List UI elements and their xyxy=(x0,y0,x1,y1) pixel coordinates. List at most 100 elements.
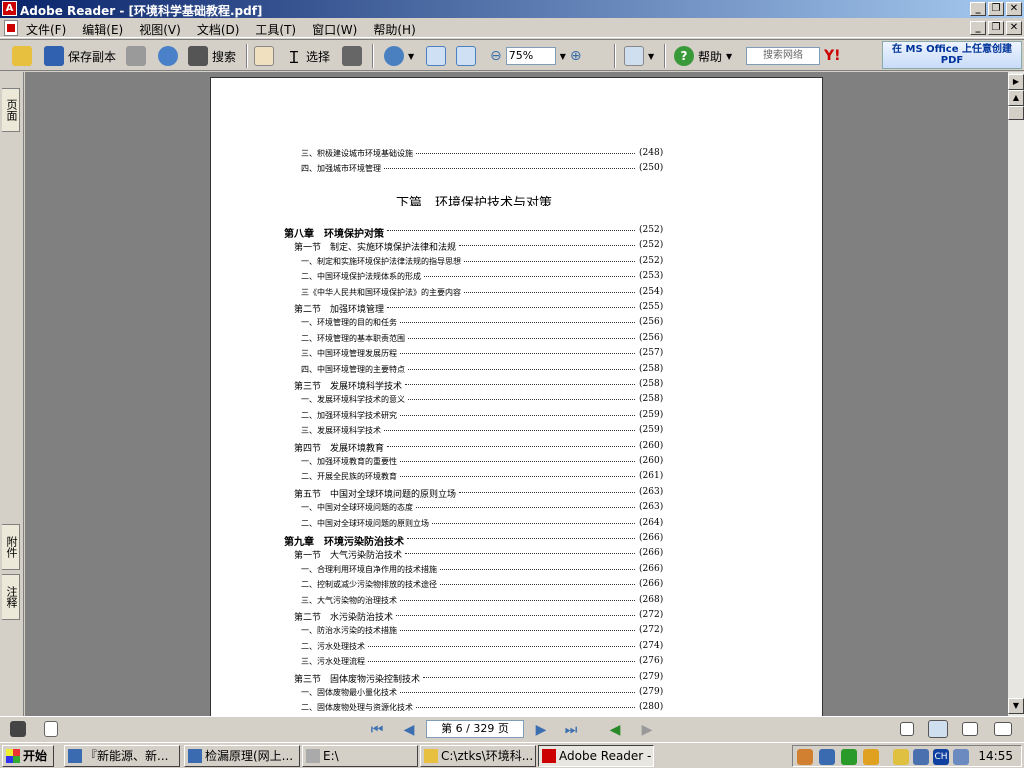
help-icon[interactable]: ? xyxy=(674,46,694,66)
scroll-down-button[interactable]: ▼ xyxy=(1008,698,1024,714)
zoom-dropdown-icon[interactable]: ▼ xyxy=(560,52,566,61)
tab-attachments[interactable]: 附件 xyxy=(2,524,20,570)
vertical-scrollbar[interactable]: ▶ ▲ ▼ xyxy=(1008,72,1024,716)
toc-item: 一、制定和实施环境保护法律法规的指导思想 (252) xyxy=(211,256,822,270)
rotate-dropdown-icon[interactable]: ▼ xyxy=(648,52,654,61)
toc-leader xyxy=(400,687,635,693)
zoom-tool-dropdown-icon[interactable]: ▼ xyxy=(408,52,414,61)
close-button[interactable]: ✕ xyxy=(1006,2,1022,16)
menu-window[interactable]: 窗口(W) xyxy=(312,21,357,38)
toc-page-number: (272) xyxy=(639,625,664,636)
toc-page-number: (268) xyxy=(639,594,664,605)
zoom-in-icon[interactable]: ⊕ xyxy=(570,48,582,64)
next-page-icon[interactable]: ▶ xyxy=(532,721,550,739)
menu-bar: 文件(F) 编辑(E) 视图(V) 文档(D) 工具(T) 窗口(W) 帮助(H… xyxy=(0,18,1024,38)
toc-title: 三《中华人民共和国环境保护法》的主要内容 xyxy=(301,287,461,297)
toc-leader xyxy=(440,564,635,570)
snapshot-camera-icon[interactable] xyxy=(342,46,362,66)
web-search-input[interactable]: 搜索网络 xyxy=(746,47,820,65)
email-icon[interactable] xyxy=(158,46,178,66)
doc-restore-button[interactable]: ❐ xyxy=(988,21,1004,35)
tab-pages[interactable]: 页面 xyxy=(2,88,20,132)
task-new-energy[interactable]: 『新能源、新... xyxy=(64,745,180,767)
toc-leader xyxy=(440,579,635,586)
menu-document[interactable]: 文档(D) xyxy=(197,21,240,38)
toc-page-number: (252) xyxy=(639,225,664,235)
window-layout-icon[interactable] xyxy=(10,721,26,737)
tray-chat-icon[interactable] xyxy=(893,749,909,765)
toc-leader xyxy=(387,225,635,231)
toc-section: 第三节 固体废物污染控制技术 (279) xyxy=(211,672,822,686)
hand-tool-icon[interactable] xyxy=(254,46,274,66)
tray-umbrella-icon[interactable] xyxy=(841,749,857,765)
page-number-input[interactable]: 第 6 / 329 页 xyxy=(426,720,524,738)
toc-page-number: (274) xyxy=(639,640,664,651)
continuous-view-icon[interactable] xyxy=(928,720,948,738)
menu-file[interactable]: 文件(F) xyxy=(26,21,66,38)
fit-page-icon[interactable] xyxy=(426,46,446,66)
scroll-up-button[interactable]: ▲ xyxy=(1008,90,1024,106)
tray-app-icon[interactable] xyxy=(797,749,813,765)
tray-volume-icon[interactable] xyxy=(953,749,969,765)
doc-minimize-button[interactable]: _ xyxy=(970,21,986,35)
text-cursor-icon[interactable]: Ｉ xyxy=(286,44,302,68)
restore-button[interactable]: ❐ xyxy=(988,2,1004,16)
toc-section: 第二节 加强环境管理 (255) xyxy=(211,302,822,316)
tray-shield-icon[interactable] xyxy=(819,749,835,765)
binoculars-icon[interactable] xyxy=(188,46,208,66)
task-e-drive[interactable]: E:\ xyxy=(302,745,418,767)
save-icon[interactable] xyxy=(44,46,64,66)
toc-item: 三、发展环境科学技术 (259) xyxy=(211,425,822,439)
page-icon[interactable] xyxy=(44,721,58,737)
previous-page-icon[interactable]: ◀ xyxy=(400,721,418,739)
toc-page-number: (260) xyxy=(639,456,664,466)
doc-close-button[interactable]: ✕ xyxy=(1006,21,1022,35)
toc-leader xyxy=(464,287,635,293)
zoom-out-icon[interactable]: ⊖ xyxy=(490,48,502,64)
go-forward-icon[interactable]: ▶ xyxy=(638,721,656,739)
first-page-icon[interactable]: ⏮ xyxy=(368,721,386,739)
menu-view[interactable]: 视图(V) xyxy=(139,21,181,38)
document-view[interactable]: 三、积极建设城市环境基础设施 (248) 四、加强城市环境管理 (250) 下篇 环境保… xyxy=(25,72,1008,716)
tray-network-icon[interactable] xyxy=(913,749,929,765)
continuous-facing-view-icon[interactable] xyxy=(994,722,1012,736)
toc-item: 二、环境管理的基本职责范围 (256) xyxy=(211,333,822,347)
select-tool-button[interactable]: 选择 xyxy=(306,48,330,65)
yahoo-logo-icon[interactable]: Y! xyxy=(824,48,841,64)
last-page-icon[interactable]: ⏭ xyxy=(562,721,580,739)
task-ztks-folder[interactable]: C:\ztks\环境科... xyxy=(420,745,536,767)
single-page-view-icon[interactable] xyxy=(900,722,914,736)
tray-lion-icon[interactable] xyxy=(863,749,879,765)
scroll-right-icon[interactable]: ▶ xyxy=(1008,74,1024,90)
go-back-icon[interactable]: ◀ xyxy=(606,721,624,739)
scroll-thumb[interactable] xyxy=(1008,106,1024,120)
document-icon[interactable] xyxy=(4,20,18,36)
menu-tools[interactable]: 工具(T) xyxy=(255,21,296,38)
start-button[interactable]: 开始 xyxy=(2,745,54,767)
toc-page-number: (253) xyxy=(639,271,664,282)
toc-leader xyxy=(387,302,635,308)
menu-help[interactable]: 帮助(H) xyxy=(373,21,415,38)
fit-width-icon[interactable] xyxy=(456,46,476,66)
rotate-view-icon[interactable] xyxy=(624,46,644,66)
open-folder-icon[interactable] xyxy=(12,46,32,66)
task-adobe-reader[interactable]: Adobe Reader - ... xyxy=(538,745,654,767)
print-icon[interactable] xyxy=(126,46,146,66)
ime-indicator[interactable]: CH xyxy=(933,749,949,765)
help-button[interactable]: 帮助 xyxy=(698,48,722,65)
search-button[interactable]: 搜索 xyxy=(212,48,236,65)
help-dropdown-icon[interactable]: ▼ xyxy=(726,52,732,61)
save-copy-button[interactable]: 保存副本 xyxy=(68,48,116,65)
toc-leader xyxy=(405,379,635,385)
toc-title: 下篇 环境保护技术与对策 xyxy=(396,196,553,206)
zoom-in-tool-icon[interactable] xyxy=(384,46,404,66)
toc-page-number: (254) xyxy=(639,286,664,297)
task-leak-detection[interactable]: 检漏原理(网上... xyxy=(184,745,300,767)
menu-edit[interactable]: 编辑(E) xyxy=(82,21,123,38)
toc-leader xyxy=(396,610,635,616)
minimize-button[interactable]: _ xyxy=(970,2,986,16)
zoom-level-input[interactable]: 75% xyxy=(505,47,556,65)
tab-comments[interactable]: 注释 xyxy=(2,574,20,620)
promo-banner[interactable]: 在 MS Office 上任意创建 PDF xyxy=(882,41,1022,69)
facing-view-icon[interactable] xyxy=(962,722,978,736)
